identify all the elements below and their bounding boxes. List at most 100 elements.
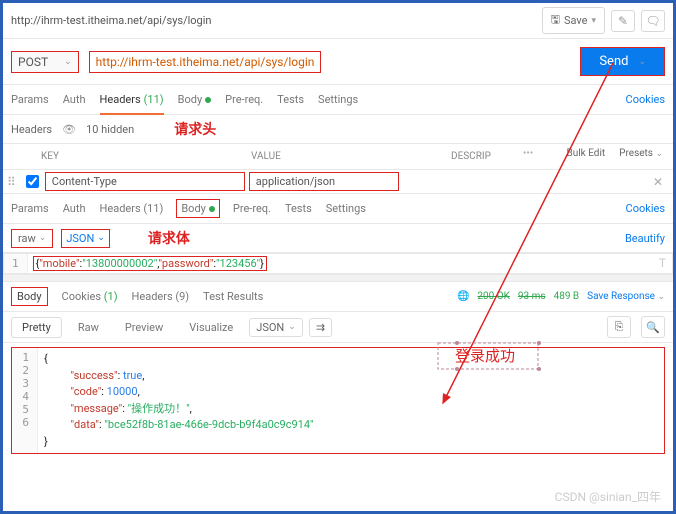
chevron-down-icon: ⌄ xyxy=(638,57,646,67)
tab-headers[interactable]: Headers (11) xyxy=(100,85,164,115)
th-desc: DESCRIP xyxy=(443,148,523,165)
chevron-down-icon: ⌄ xyxy=(657,292,665,302)
response-body[interactable]: 123456 { "success": true, "code": 10000,… xyxy=(11,347,665,454)
tab-headers-label: Headers xyxy=(100,93,141,106)
raw-label: raw xyxy=(18,232,36,245)
format-select[interactable]: JSON ⌄ xyxy=(249,318,303,337)
header-value[interactable]: application/json xyxy=(249,172,399,191)
json-key: "data" xyxy=(71,418,99,431)
json-key: "success" xyxy=(71,369,118,382)
resp-tab-cookies[interactable]: Cookies (1) xyxy=(62,290,118,303)
json-val: "操作成功！" xyxy=(128,402,190,415)
dot-icon xyxy=(209,206,215,212)
text-tool-icon[interactable]: T xyxy=(653,254,672,273)
anno-body: 请求体 xyxy=(148,228,190,248)
comment-icon[interactable]: 🗨 xyxy=(641,10,665,32)
send-wrap: Send ⌄ xyxy=(580,47,665,76)
tab-prereq[interactable]: Pre-req. xyxy=(225,93,263,106)
json-key: "code" xyxy=(71,385,102,398)
cookies-link-2[interactable]: Cookies xyxy=(626,202,665,215)
chevron-down-icon: ⌄ xyxy=(39,233,47,243)
headers-count: (11) xyxy=(144,93,164,106)
anno-headers: 请求头 xyxy=(174,119,216,139)
resp-cookies-count: (1) xyxy=(104,290,118,303)
header-checkbox[interactable] xyxy=(26,175,39,188)
tab-body[interactable]: Body xyxy=(178,93,212,106)
more-icon[interactable]: ••• xyxy=(523,148,533,165)
tab-params[interactable]: Params xyxy=(11,93,49,106)
view-preview[interactable]: Preview xyxy=(115,318,173,337)
save-response[interactable]: Save Response ⌄ xyxy=(587,291,665,302)
method-label: POST xyxy=(18,55,48,69)
edit-icon[interactable]: ✎ xyxy=(611,10,635,32)
tab-body-label-2: Body xyxy=(181,202,206,215)
save-icon: 🖫 xyxy=(551,11,560,30)
url-input[interactable]: http://ihrm-test.itheima.net/api/sys/log… xyxy=(89,51,322,73)
cookies-link[interactable]: Cookies xyxy=(626,93,665,106)
save-button[interactable]: 🖫 Save ▾ xyxy=(542,7,605,34)
save-resp-label: Save Response xyxy=(587,291,655,302)
tab-headers-2[interactable]: Headers (11) xyxy=(100,202,164,215)
breadcrumb: http://ihrm-test.itheima.net/api/sys/log… xyxy=(11,14,536,27)
tab-settings-2[interactable]: Settings xyxy=(326,202,366,215)
drag-icon[interactable]: ⠿ xyxy=(3,175,20,189)
dot-icon xyxy=(205,97,211,103)
resp-tab-body[interactable]: Body xyxy=(11,287,48,306)
chevron-down-icon: ⌄ xyxy=(655,149,663,159)
chevron-down-icon: ⌄ xyxy=(288,322,296,332)
resp-status: 200 OK xyxy=(477,291,510,302)
brace: { xyxy=(44,352,48,365)
save-label: Save xyxy=(564,14,588,27)
tab-settings[interactable]: Settings xyxy=(318,93,358,106)
request-body-editor[interactable]: 1 {"mobile":"13800000002","password":"12… xyxy=(3,253,673,274)
view-pretty[interactable]: Pretty xyxy=(11,317,62,338)
resp-size: 489 B xyxy=(554,291,580,302)
presets[interactable]: Presets ⌄ xyxy=(619,148,663,165)
json-key: "password" xyxy=(159,257,214,270)
resp-tab-headers[interactable]: Headers (9) xyxy=(132,290,190,303)
view-raw[interactable]: Raw xyxy=(68,318,109,337)
bulk-edit[interactable]: Bulk Edit xyxy=(566,148,605,165)
json-val: "123456" xyxy=(216,257,260,270)
json-label: JSON xyxy=(66,232,94,245)
resp-time: 93 ms xyxy=(518,291,546,302)
header-row[interactable]: ⠿ Content-Type application/json ✕ xyxy=(3,170,673,194)
search-icon[interactable]: 🔍 xyxy=(641,316,665,338)
resp-cookies-label: Cookies xyxy=(62,290,101,303)
headers-title: Headers xyxy=(11,123,52,136)
tab-auth[interactable]: Auth xyxy=(63,93,86,106)
view-visualize[interactable]: Visualize xyxy=(179,318,243,337)
wrap-toggle[interactable]: ⇉ xyxy=(309,318,332,337)
format-label: JSON xyxy=(256,321,284,334)
header-key[interactable]: Content-Type xyxy=(45,172,245,191)
tab-body-2[interactable]: Body xyxy=(177,200,219,217)
eye-icon[interactable]: 👁 xyxy=(62,123,76,136)
watermark: CSDN @sinian_四年 xyxy=(555,488,661,505)
json-val: true xyxy=(123,369,142,382)
json-val: 10000 xyxy=(107,385,138,398)
chevron-down-icon: ⌄ xyxy=(64,57,72,67)
th-key: KEY xyxy=(33,148,243,165)
globe-icon: 🌐 xyxy=(457,291,469,302)
delete-icon[interactable]: ✕ xyxy=(643,175,673,189)
send-button[interactable]: Send ⌄ xyxy=(581,48,664,75)
beautify-link[interactable]: Beautify xyxy=(625,232,665,245)
hidden-count: 10 hidden xyxy=(86,123,134,136)
brace: } xyxy=(44,435,48,448)
copy-icon[interactable]: ⎘ xyxy=(607,316,631,338)
body-type-select[interactable]: raw ⌄ xyxy=(11,229,53,248)
json-key: "message" xyxy=(71,402,123,415)
json-val: "bce52f8b-81ae-466e-9dcb-b9f4a0c9c914" xyxy=(104,418,313,431)
tab-auth-2[interactable]: Auth xyxy=(63,202,86,215)
tab-tests[interactable]: Tests xyxy=(277,93,304,106)
tab-params-2[interactable]: Params xyxy=(11,202,49,215)
method-select[interactable]: POST ⌄ xyxy=(11,51,79,73)
json-val: "13800000002" xyxy=(82,257,157,270)
send-label: Send xyxy=(599,54,628,69)
json-key: "mobile" xyxy=(39,257,79,270)
body-format-select[interactable]: JSON ⌄ xyxy=(61,229,110,248)
tab-prereq-2[interactable]: Pre-req. xyxy=(233,202,271,215)
chevron-down-icon: ▾ xyxy=(591,16,596,26)
tab-tests-2[interactable]: Tests xyxy=(285,202,312,215)
resp-tab-tests[interactable]: Test Results xyxy=(203,290,263,303)
